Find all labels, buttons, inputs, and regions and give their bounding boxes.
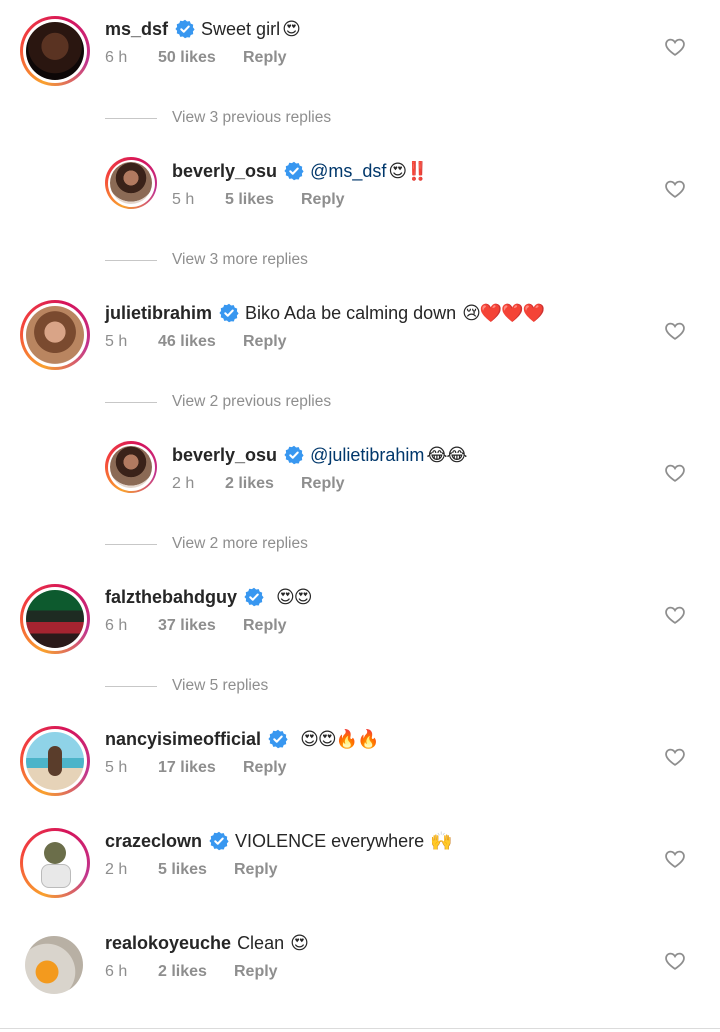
reply-button[interactable]: Reply xyxy=(301,475,345,493)
likes-count[interactable]: 37 likes xyxy=(158,617,243,635)
heart-outline-icon[interactable] xyxy=(664,36,686,58)
view-replies-link[interactable]: View 2 previous replies xyxy=(105,393,331,411)
avatar[interactable] xyxy=(20,584,90,654)
verified-badge-icon xyxy=(284,161,304,181)
comment-emoji: 😢❤️❤️❤️ xyxy=(462,303,545,323)
username[interactable]: ms_dsf xyxy=(105,18,168,40)
heart-outline-icon[interactable] xyxy=(664,746,686,768)
verified-badge-icon xyxy=(244,587,264,607)
timestamp: 2 h xyxy=(172,475,195,492)
reply-button[interactable]: Reply xyxy=(234,963,278,981)
reply-button[interactable]: Reply xyxy=(234,861,278,879)
divider xyxy=(105,117,157,119)
avatar[interactable] xyxy=(25,936,83,994)
comment-emoji: 🙌 xyxy=(430,831,452,851)
heart-outline-icon[interactable] xyxy=(664,950,686,972)
comment-emoji: 😍 xyxy=(282,19,301,39)
view-replies-link[interactable]: View 3 more replies xyxy=(105,251,308,269)
comment-text: VIOLENCE everywhere xyxy=(235,831,425,851)
avatar[interactable] xyxy=(105,441,157,493)
likes-count[interactable]: 5 likes xyxy=(158,861,234,879)
mention-link[interactable]: @julietibrahim xyxy=(310,445,424,465)
likes-count[interactable]: 50 likes xyxy=(158,49,243,67)
view-replies-label: View 3 more replies xyxy=(172,251,308,268)
view-replies-link[interactable]: View 5 replies xyxy=(105,677,268,695)
verified-badge-icon xyxy=(209,831,229,851)
timestamp: 5 h xyxy=(105,759,128,776)
mention-link[interactable]: @ms_dsf xyxy=(310,161,386,181)
avatar[interactable] xyxy=(20,300,90,370)
timestamp: 6 h xyxy=(105,49,128,66)
view-replies-label: View 5 replies xyxy=(172,677,269,694)
avatar[interactable] xyxy=(20,726,90,796)
likes-count[interactable]: 2 likes xyxy=(158,963,234,981)
divider xyxy=(105,685,157,687)
comment-emoji: 😍 xyxy=(290,933,309,953)
username[interactable]: crazeclown xyxy=(105,830,202,852)
username[interactable]: beverly_osu xyxy=(172,160,277,182)
divider xyxy=(105,543,157,545)
view-replies-label: View 2 more replies xyxy=(172,535,308,552)
verified-badge-icon xyxy=(219,303,239,323)
comment-emoji: 😂😂 xyxy=(426,445,467,465)
comment-emoji: 😍😍 xyxy=(276,587,313,607)
view-replies-label: View 2 previous replies xyxy=(172,393,332,410)
timestamp: 6 h xyxy=(105,963,128,980)
divider xyxy=(105,259,157,261)
reply-button[interactable]: Reply xyxy=(243,759,287,777)
likes-count[interactable]: 5 likes xyxy=(225,191,301,209)
verified-badge-icon xyxy=(284,445,304,465)
avatar[interactable] xyxy=(105,157,157,209)
bottom-divider xyxy=(0,1028,720,1029)
verified-badge-icon xyxy=(175,19,195,39)
comment-text: Clean xyxy=(237,933,285,953)
view-replies-label: View 3 previous replies xyxy=(172,109,332,126)
likes-count[interactable]: 17 likes xyxy=(158,759,243,777)
username[interactable]: realokoyeuche xyxy=(105,932,231,954)
timestamp: 2 h xyxy=(105,861,128,878)
heart-outline-icon[interactable] xyxy=(664,604,686,626)
view-replies-link[interactable]: View 3 previous replies xyxy=(105,109,331,127)
heart-outline-icon[interactable] xyxy=(664,178,686,200)
username[interactable]: falzthebahdguy xyxy=(105,586,237,608)
verified-badge-icon xyxy=(268,729,288,749)
avatar[interactable] xyxy=(20,16,90,86)
divider xyxy=(105,401,157,403)
timestamp: 5 h xyxy=(172,191,195,208)
heart-outline-icon[interactable] xyxy=(664,320,686,342)
reply-button[interactable]: Reply xyxy=(243,49,287,67)
heart-outline-icon[interactable] xyxy=(664,462,686,484)
avatar[interactable] xyxy=(20,828,90,898)
username[interactable]: nancyisimeofficial xyxy=(105,728,261,750)
comment-text: Sweet girl xyxy=(201,19,281,39)
comment-emoji: 😍😍🔥🔥 xyxy=(300,729,379,749)
likes-count[interactable]: 46 likes xyxy=(158,333,243,351)
timestamp: 5 h xyxy=(105,333,128,350)
likes-count[interactable]: 2 likes xyxy=(225,475,301,493)
username[interactable]: beverly_osu xyxy=(172,444,277,466)
reply-button[interactable]: Reply xyxy=(243,617,287,635)
timestamp: 6 h xyxy=(105,617,128,634)
reply-button[interactable]: Reply xyxy=(301,191,345,209)
comment-emoji: 😍‼️ xyxy=(388,161,428,181)
reply-button[interactable]: Reply xyxy=(243,333,287,351)
heart-outline-icon[interactable] xyxy=(664,848,686,870)
username[interactable]: julietibrahim xyxy=(105,302,212,324)
comment-text: Biko Ada be calming down xyxy=(245,303,457,323)
view-replies-link[interactable]: View 2 more replies xyxy=(105,535,308,553)
